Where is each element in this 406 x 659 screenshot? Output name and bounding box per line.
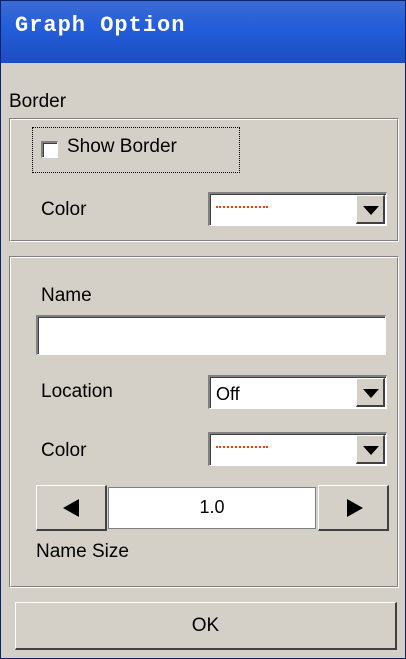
name-size-field[interactable]: 1.0 [108, 487, 316, 529]
border-heading: Border [9, 91, 67, 112]
arrow-left-icon [63, 499, 79, 517]
border-group: Show Border Color [9, 118, 399, 242]
window-title: Graph Option [15, 13, 186, 38]
border-color-dropdown-button[interactable] [356, 195, 385, 224]
graph-option-dialog: Graph Option Border Show Border Color Na… [0, 0, 406, 659]
show-border-label[interactable]: Show Border [67, 136, 177, 158]
size-increment-button[interactable] [318, 485, 389, 531]
size-decrement-button[interactable] [36, 485, 107, 531]
location-label: Location [41, 381, 113, 402]
chevron-down-icon [363, 389, 379, 398]
title-bar: Graph Option [1, 1, 405, 63]
ok-button[interactable]: OK [15, 602, 397, 650]
name-color-dropdown-button[interactable] [356, 435, 385, 464]
border-color-swatch [216, 206, 268, 208]
location-value: Off [216, 384, 240, 404]
name-color-swatch [216, 446, 268, 448]
border-color-dropdown[interactable] [208, 192, 387, 226]
name-label: Name [41, 285, 92, 306]
show-border-checkbox[interactable] [41, 141, 58, 158]
name-group: Name Location Off Color 1.0 Name Size [9, 256, 399, 588]
arrow-right-icon [347, 499, 363, 517]
border-color-label: Color [41, 199, 87, 220]
location-dropdown[interactable]: Off [208, 375, 387, 409]
name-color-label: Color [41, 440, 87, 461]
name-color-dropdown[interactable] [208, 432, 387, 466]
name-size-label: Name Size [36, 541, 129, 562]
name-input[interactable] [36, 315, 386, 355]
chevron-down-icon [363, 446, 379, 455]
chevron-down-icon [363, 206, 379, 215]
location-dropdown-button[interactable] [356, 378, 385, 407]
